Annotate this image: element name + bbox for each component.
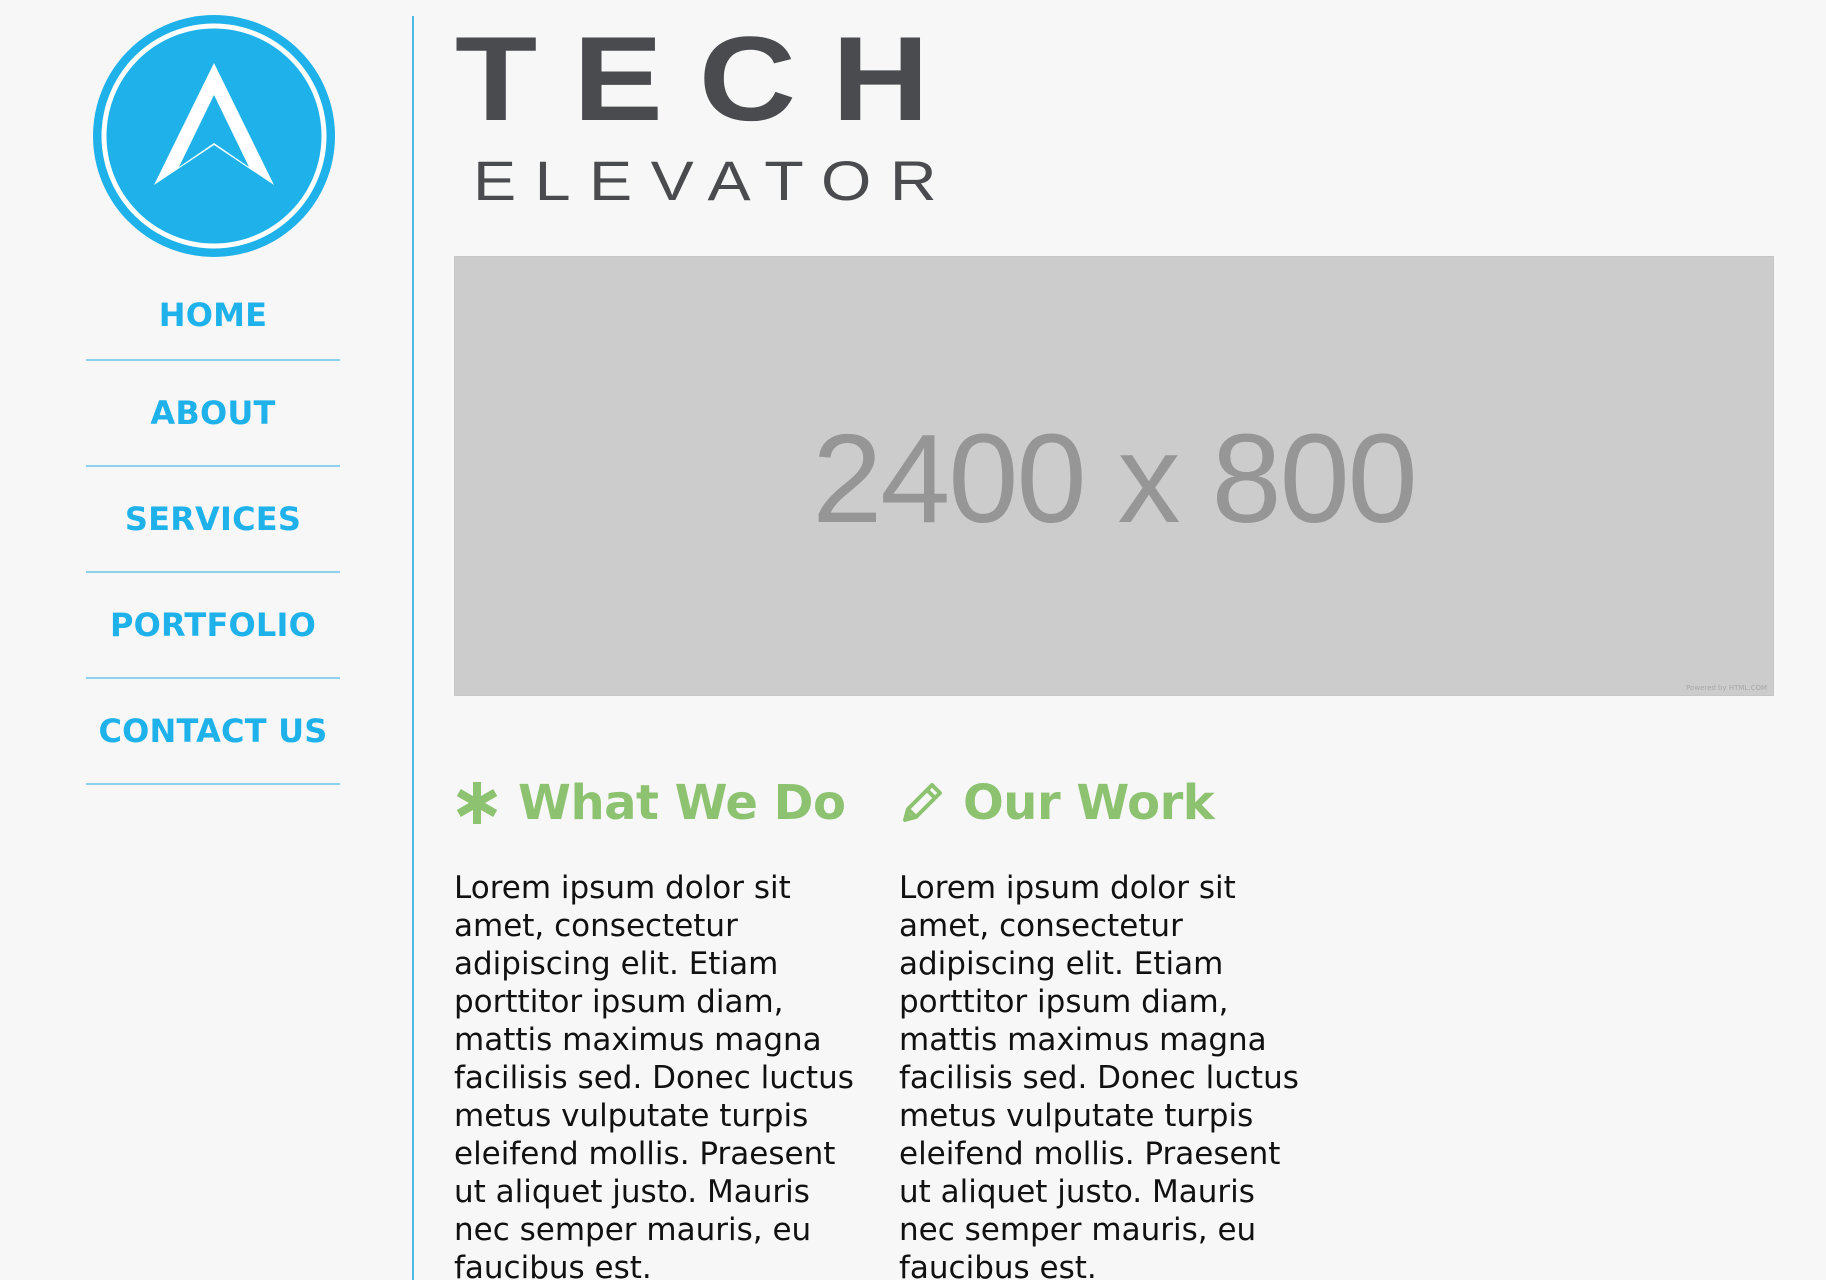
wordmark-elevator: ELEVATOR <box>473 149 955 212</box>
nav-item-services: SERVICES <box>86 467 340 573</box>
hero-placeholder-text: 2400 x 800 <box>812 407 1418 549</box>
section-heading: What We Do <box>454 775 874 831</box>
nav-item-contact: CONTACT US <box>86 679 340 785</box>
section-what-we-do: What We Do Lorem ipsum dolor sit amet, c… <box>454 775 874 1280</box>
section-our-work: Our Work Lorem ipsum dolor sit amet, con… <box>899 775 1319 1280</box>
sidebar-divider <box>412 16 414 1280</box>
section-heading: Our Work <box>899 775 1319 831</box>
sidebar: HOME ABOUT SERVICES PORTFOLIO CONTACT US <box>0 0 413 1280</box>
nav-link-home[interactable]: HOME <box>159 296 268 334</box>
section-heading-label: Our Work <box>963 775 1215 831</box>
nav-item-portfolio: PORTFOLIO <box>86 573 340 679</box>
nav-link-contact[interactable]: CONTACT US <box>98 712 327 750</box>
nav-item-about: ABOUT <box>86 361 340 467</box>
asterisk-icon <box>454 780 500 826</box>
wordmark-tech: TECH <box>455 20 965 146</box>
section-body: Lorem ipsum dolor sit amet, consectetur … <box>899 870 1299 1280</box>
tech-elevator-wordmark: TECH ELEVATOR <box>455 20 965 212</box>
nav-link-portfolio[interactable]: PORTFOLIO <box>110 606 316 644</box>
main-nav: HOME ABOUT SERVICES PORTFOLIO CONTACT US <box>86 270 340 785</box>
nav-link-services[interactable]: SERVICES <box>125 500 301 538</box>
logo-link[interactable] <box>93 15 335 257</box>
nav-item-home: HOME <box>86 270 340 361</box>
nav-link-about[interactable]: ABOUT <box>150 394 275 432</box>
page: HOME ABOUT SERVICES PORTFOLIO CONTACT US… <box>0 0 1826 1280</box>
hero-image-placeholder: 2400 x 800 Powered by HTML.COM <box>454 256 1774 696</box>
pencil-icon <box>899 780 945 826</box>
arrow-up-icon <box>93 15 335 257</box>
section-body: Lorem ipsum dolor sit amet, consectetur … <box>454 870 854 1280</box>
hero-powered-by: Powered by HTML.COM <box>1686 684 1767 692</box>
section-heading-label: What We Do <box>518 775 846 831</box>
